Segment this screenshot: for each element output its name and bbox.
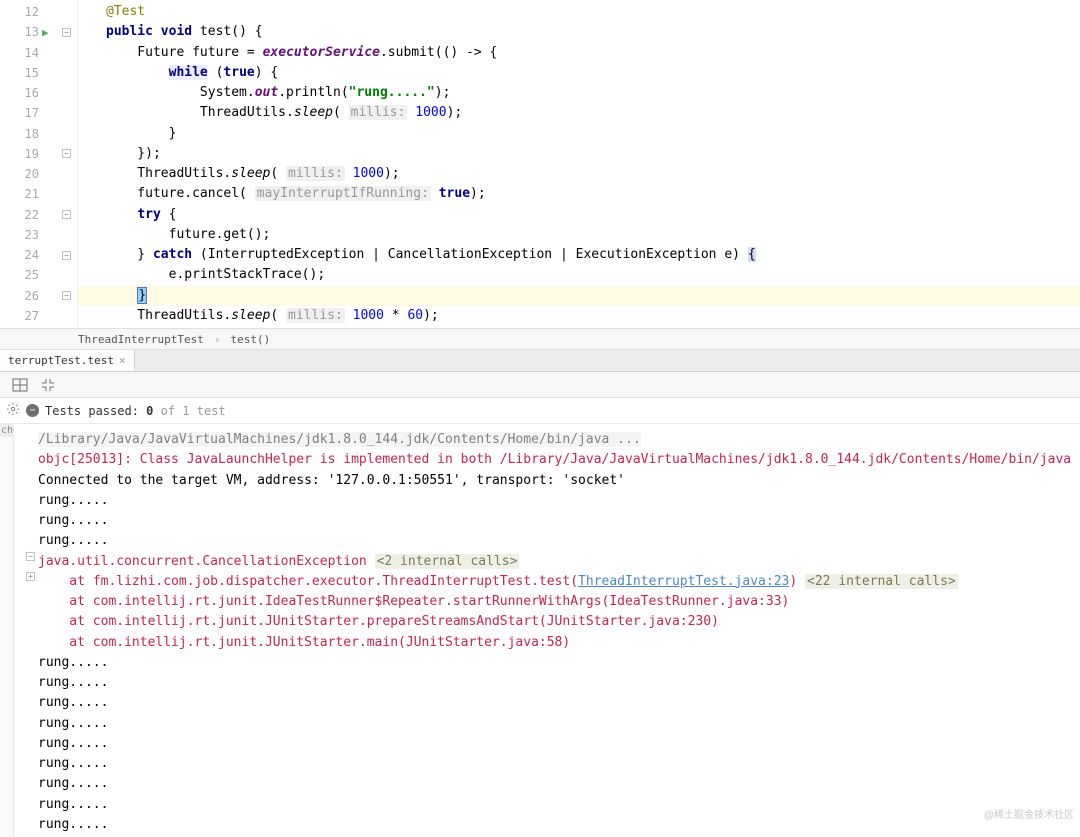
code-line: } (78, 286, 1080, 306)
fold-toggle-icon[interactable]: − (62, 291, 71, 300)
console-line: at com.intellij.rt.junit.IdeaTestRunner$… (38, 592, 1080, 612)
gutter-row: 18 (0, 124, 77, 144)
line-number: 23 (15, 228, 39, 242)
run-tab[interactable]: terruptTest.test × (0, 350, 135, 371)
console-line: rung..... (38, 754, 1080, 774)
code-line: ThreadUtils.sleep( millis: 1000 * 60); (78, 306, 1080, 326)
gutter-row: 12 (0, 2, 77, 22)
line-number: 13 (15, 25, 39, 39)
code-line: ThreadUtils.sleep( millis: 1000); (78, 103, 1080, 123)
editor-gutter: 12 13▶ − 14 15 16 17 18 19 − 20 21 22 − 23 24 − 25 26 − 27 (0, 0, 78, 328)
gutter-row: 23 (0, 225, 77, 245)
line-number: 25 (15, 268, 39, 282)
console-side-gutter: cher (0, 424, 14, 837)
console-line: rung..... (38, 693, 1080, 713)
chevron-right-icon: › (214, 333, 221, 346)
line-number: 22 (15, 208, 39, 222)
gutter-row: 16 (0, 83, 77, 103)
fold-toggle-icon[interactable]: − (62, 149, 71, 158)
layout-icon[interactable] (12, 377, 28, 393)
console-line: rung..... (38, 653, 1080, 673)
console-line: rung..... (38, 734, 1080, 754)
console-line: rung..... (38, 714, 1080, 734)
console-line: /Library/Java/JavaVirtualMachines/jdk1.8… (38, 430, 1080, 450)
console-line: rung..... (38, 531, 1080, 551)
code-line: } (78, 124, 1080, 144)
code-line: }); (78, 144, 1080, 164)
watermark: @稀土掘金技术社区 (984, 806, 1074, 821)
close-icon[interactable]: × (119, 354, 126, 367)
code-area[interactable]: @Testpublic void test() { Future future … (78, 0, 1080, 328)
code-line: System.out.println("rung....."); (78, 83, 1080, 103)
gutter-row: 15 (0, 63, 77, 83)
gutter-row: 19 − (0, 144, 77, 164)
gutter-row: 14 (0, 43, 77, 63)
tests-passed-label: Tests passed: 0 of 1 test (45, 404, 226, 418)
run-toolbar (0, 372, 1080, 398)
gutter-row: 22 − (0, 205, 77, 225)
gutter-row: 25 (0, 265, 77, 285)
line-number: 21 (15, 187, 39, 201)
line-number: 14 (15, 46, 39, 60)
breadcrumb-method[interactable]: test() (230, 333, 270, 346)
fold-toggle-icon[interactable]: − (62, 251, 71, 260)
console-line: rung..... (38, 815, 1080, 835)
code-line: @Test (78, 2, 1080, 22)
gutter-row: 17 (0, 103, 77, 123)
status-minus-icon: − (26, 404, 39, 417)
code-line: future.cancel( mayInterruptIfRunning: tr… (78, 184, 1080, 204)
code-line: ThreadUtils.sleep( millis: 1000); (78, 164, 1080, 184)
run-tabs: terruptTest.test × (0, 350, 1080, 372)
line-number: 17 (15, 106, 39, 120)
gutter-row: 24 − (0, 245, 77, 265)
console-line: rung..... (38, 491, 1080, 511)
code-line: Future future = executorService.submit((… (78, 43, 1080, 63)
line-number: 20 (15, 167, 39, 181)
fold-toggle-icon[interactable]: − (62, 28, 71, 37)
fold-toggle-icon[interactable]: + (26, 572, 35, 581)
console-output[interactable]: /Library/Java/JavaVirtualMachines/jdk1.8… (14, 424, 1080, 837)
fold-toggle-icon[interactable]: − (62, 210, 71, 219)
stacktrace-link[interactable]: ThreadInterruptTest.java:23 (578, 574, 789, 589)
line-number: 18 (15, 127, 39, 141)
test-status-bar: − Tests passed: 0 of 1 test (0, 398, 1080, 424)
console-line: rung..... (38, 673, 1080, 693)
line-number: 19 (15, 147, 39, 161)
code-line: e.printStackTrace(); (78, 265, 1080, 285)
console-line: at com.intellij.rt.junit.JUnitStarter.ma… (38, 633, 1080, 653)
console-line: at com.intellij.rt.junit.JUnitStarter.pr… (38, 612, 1080, 632)
line-number: 26 (15, 289, 39, 303)
console-line: + at fm.lizhi.com.job.dispatcher.executo… (38, 572, 1080, 592)
console-line: rung..... (38, 511, 1080, 531)
gutter-row: 26 − (0, 286, 77, 306)
console-line: objc[25013]: Class JavaLaunchHelper is i… (38, 450, 1080, 470)
run-gutter-icon[interactable]: ▶ (42, 26, 49, 39)
line-number: 15 (15, 66, 39, 80)
line-number: 16 (15, 86, 39, 100)
gutter-row: 20 (0, 164, 77, 184)
console-line: rung..... (38, 795, 1080, 815)
collapse-icon[interactable] (40, 377, 56, 393)
gutter-row: 27 (0, 306, 77, 326)
code-editor: 12 13▶ − 14 15 16 17 18 19 − 20 21 22 − 23 24 − 25 26 − 27 @… (0, 0, 1080, 328)
code-line: future.get(); (78, 225, 1080, 245)
code-line: } catch (InterruptedException | Cancella… (78, 245, 1080, 265)
gutter-row: 21 (0, 184, 77, 204)
gear-icon[interactable] (6, 402, 20, 419)
console-line: rung..... (38, 774, 1080, 794)
line-number: 24 (15, 248, 39, 262)
line-number: 27 (15, 309, 39, 323)
run-tab-label: terruptTest.test (8, 354, 114, 367)
console-line: −java.util.concurrent.CancellationExcept… (38, 552, 1080, 572)
fold-toggle-icon[interactable]: − (26, 552, 35, 561)
console-line: Connected to the target VM, address: '12… (38, 471, 1080, 491)
breadcrumb: ThreadInterruptTest › test() (0, 328, 1080, 350)
code-line: try { (78, 205, 1080, 225)
line-number: 12 (15, 5, 39, 19)
code-line: while (true) { (78, 63, 1080, 83)
gutter-row: 13▶ − (0, 22, 77, 42)
code-line: public void test() { (78, 22, 1080, 42)
breadcrumb-class[interactable]: ThreadInterruptTest (78, 333, 204, 346)
